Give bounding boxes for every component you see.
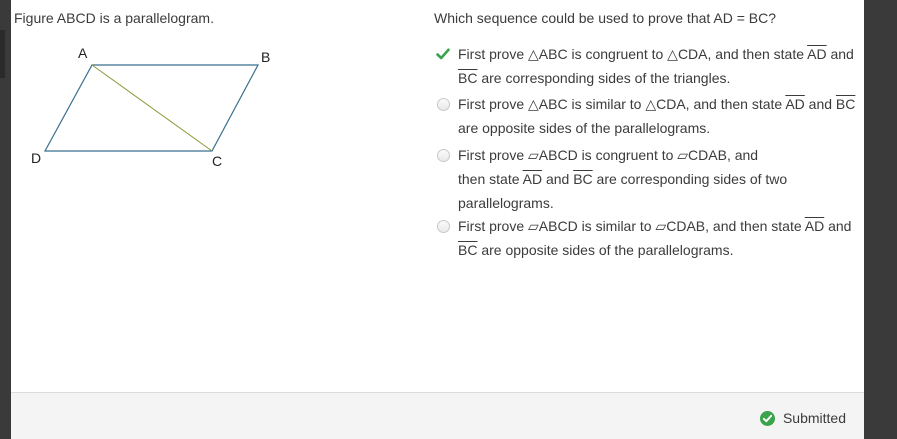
edge-tab <box>0 30 5 78</box>
vertex-label-c: C <box>212 153 222 169</box>
diagonal-ac <box>91 64 213 152</box>
answer-option-3-text: First prove ▱ABCD is congruent to ▱CDAB,… <box>458 143 788 215</box>
segment-ad: AD <box>785 96 805 112</box>
segment-ad: AD <box>807 46 827 62</box>
option-text-pre: First prove △ABC is congruent to △CDA, a… <box>458 46 808 62</box>
question-text: Which sequence could be used to prove th… <box>434 10 777 26</box>
window-right-edge <box>864 0 897 438</box>
footer-bar: Submitted <box>11 392 864 439</box>
submission-status: Submitted <box>759 410 846 426</box>
segment-bc: BC <box>458 70 478 86</box>
answer-option-2[interactable]: First prove △ABC is similar to △CDA, and… <box>436 92 856 140</box>
answer-option-3[interactable]: First prove ▱ABCD is congruent to ▱CDAB,… <box>436 143 856 211</box>
answer-option-2-text: First prove △ABC is similar to △CDA, and… <box>458 92 858 140</box>
answer-option-1[interactable]: First prove △ABC is congruent to △CDA, a… <box>436 42 856 90</box>
window-left-edge <box>0 0 11 438</box>
option-text-post: are corresponding sides of the triangles… <box>477 70 731 86</box>
radio-button[interactable] <box>436 148 450 162</box>
answer-option-1-text: First prove △ABC is congruent to △CDA, a… <box>458 42 858 90</box>
option-text-mid: and <box>824 218 852 234</box>
segment-ad: AD <box>522 171 543 187</box>
radio-button[interactable] <box>436 97 450 111</box>
vertex-label-d: D <box>31 150 41 166</box>
figure-prompt: Figure ABCD is a parallelogram. <box>14 10 214 26</box>
option-text-pre: First prove ▱ABCD is similar to ▱CDAB, a… <box>458 218 805 234</box>
segment-bc: BC <box>573 171 593 187</box>
option-text-pre: First prove △ABC is similar to △CDA, and… <box>458 96 786 112</box>
answer-option-4-text: First prove ▱ABCD is similar to ▱CDAB, a… <box>458 214 858 262</box>
parallelogram-figure: A B C D <box>31 45 270 169</box>
status-label: Submitted <box>782 410 846 426</box>
option-text-post: are opposite sides of the parallelograms… <box>477 242 734 258</box>
segment-bc: BC <box>458 242 478 258</box>
segment-ad: AD <box>804 218 825 234</box>
checkmark-icon <box>436 47 450 61</box>
option-text-mid: and <box>542 171 574 187</box>
vertex-label-b: B <box>261 49 270 65</box>
radio-button[interactable] <box>436 219 450 233</box>
vertex-label-a: A <box>78 45 88 61</box>
option-text-mid: and <box>826 46 854 62</box>
check-circle-icon <box>759 410 775 426</box>
option-text-post: are opposite sides of the parallelograms… <box>458 120 711 136</box>
answer-option-4[interactable]: First prove ▱ABCD is similar to ▱CDAB, a… <box>436 214 856 262</box>
option-text-mid: and <box>804 96 836 112</box>
segment-bc: BC <box>835 96 856 112</box>
